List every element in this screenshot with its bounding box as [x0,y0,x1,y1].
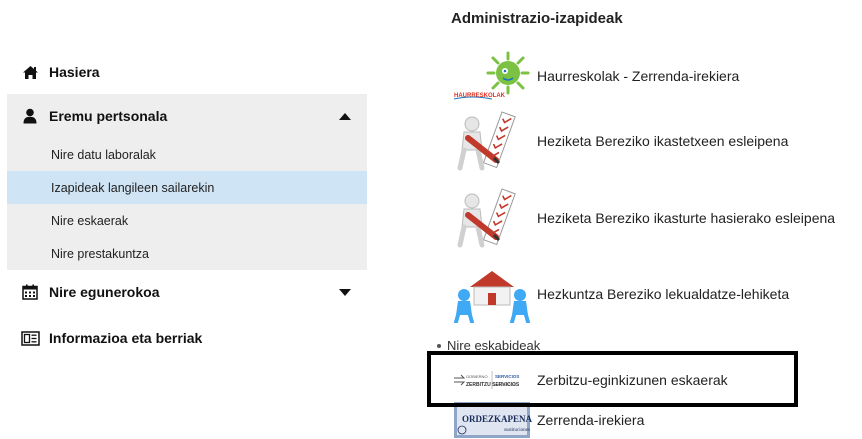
nav-item-label: Eremu pertsonala [49,108,168,124]
submenu-item-nire-prestakuntza[interactable]: Nire prestakuntza [7,237,367,270]
nav-item-label: Nire egunerokoa [49,284,160,300]
nav-item-nire-egunerokoa[interactable]: Nire egunerokoa [7,270,367,314]
submenu-item-nire-datu-laboralak[interactable]: Nire datu laboralak [7,138,367,171]
procedure-label: Hezkuntza Bereziko lekualdatze-lehiketa [537,286,790,302]
request-label: Zerrenda-irekiera [537,412,645,428]
nav-item-label: Informazioa eta berriak [49,330,203,346]
nav-item-informazioa-eta-berriak[interactable]: Informazioa eta berriak [7,316,367,360]
nav-item-hasiera[interactable]: Hasiera [7,50,367,94]
procedure-heziketa-ikastetxeen-esleipena[interactable]: Heziketa Bereziko ikastetxeen esleipena [451,111,789,171]
nav-item-label: Hasiera [49,64,100,80]
checklist-figure-icon [451,188,533,248]
newspaper-icon [19,329,41,347]
submenu: Nire datu laboralak Izapideak langileen … [7,138,367,270]
chevron-up-icon[interactable] [339,112,351,120]
svg-text:sustituciones: sustituciones [504,428,530,433]
sidebar: Hasiera Eremu pertsonala Nire datu labor… [7,50,367,360]
page-title: Administrazio-izapideak [451,10,623,27]
home-icon [19,63,41,81]
procedure-haurreskolak[interactable]: HAURRESKOLAK Haurreskolak - Zerrenda-ire… [451,48,739,104]
highlight-box [427,351,798,407]
procedure-label: Haurreskolak - Zerrenda-irekiera [537,68,740,84]
section-eremu-pertsonala: Eremu pertsonala Nire datu laboralak Iza… [7,94,367,270]
submenu-item-izapideak[interactable]: Izapideak langileen sailarekin [7,171,367,204]
procedure-label: Heziketa Bereziko ikasturte hasierako es… [537,210,836,226]
procedure-hezkuntza-lekualdatze-lehiketa[interactable]: Hezkuntza Bereziko lekualdatze-lehiketa [451,266,790,323]
procedure-label: Heziketa Bereziko ikastetxeen esleipena [537,133,789,149]
calendar-icon [19,283,41,301]
haurreskolak-logo-icon: HAURRESKOLAK [451,48,533,104]
procedure-heziketa-ikasturte-hasierako-esleipena[interactable]: Heziketa Bereziko ikasturte hasierako es… [451,188,836,248]
submenu-item-nire-eskaerak[interactable]: Nire eskaerak [7,204,367,237]
checklist-figure-icon [451,111,533,171]
bullet-icon [437,343,441,348]
moving-house-icon [451,266,533,323]
ordezkapenak-logo-text: ORDEZKAPENAK [462,414,532,424]
nav-item-eremu-pertsonala[interactable]: Eremu pertsonala [7,94,367,138]
chevron-down-icon[interactable] [339,288,351,296]
user-icon [19,107,41,125]
